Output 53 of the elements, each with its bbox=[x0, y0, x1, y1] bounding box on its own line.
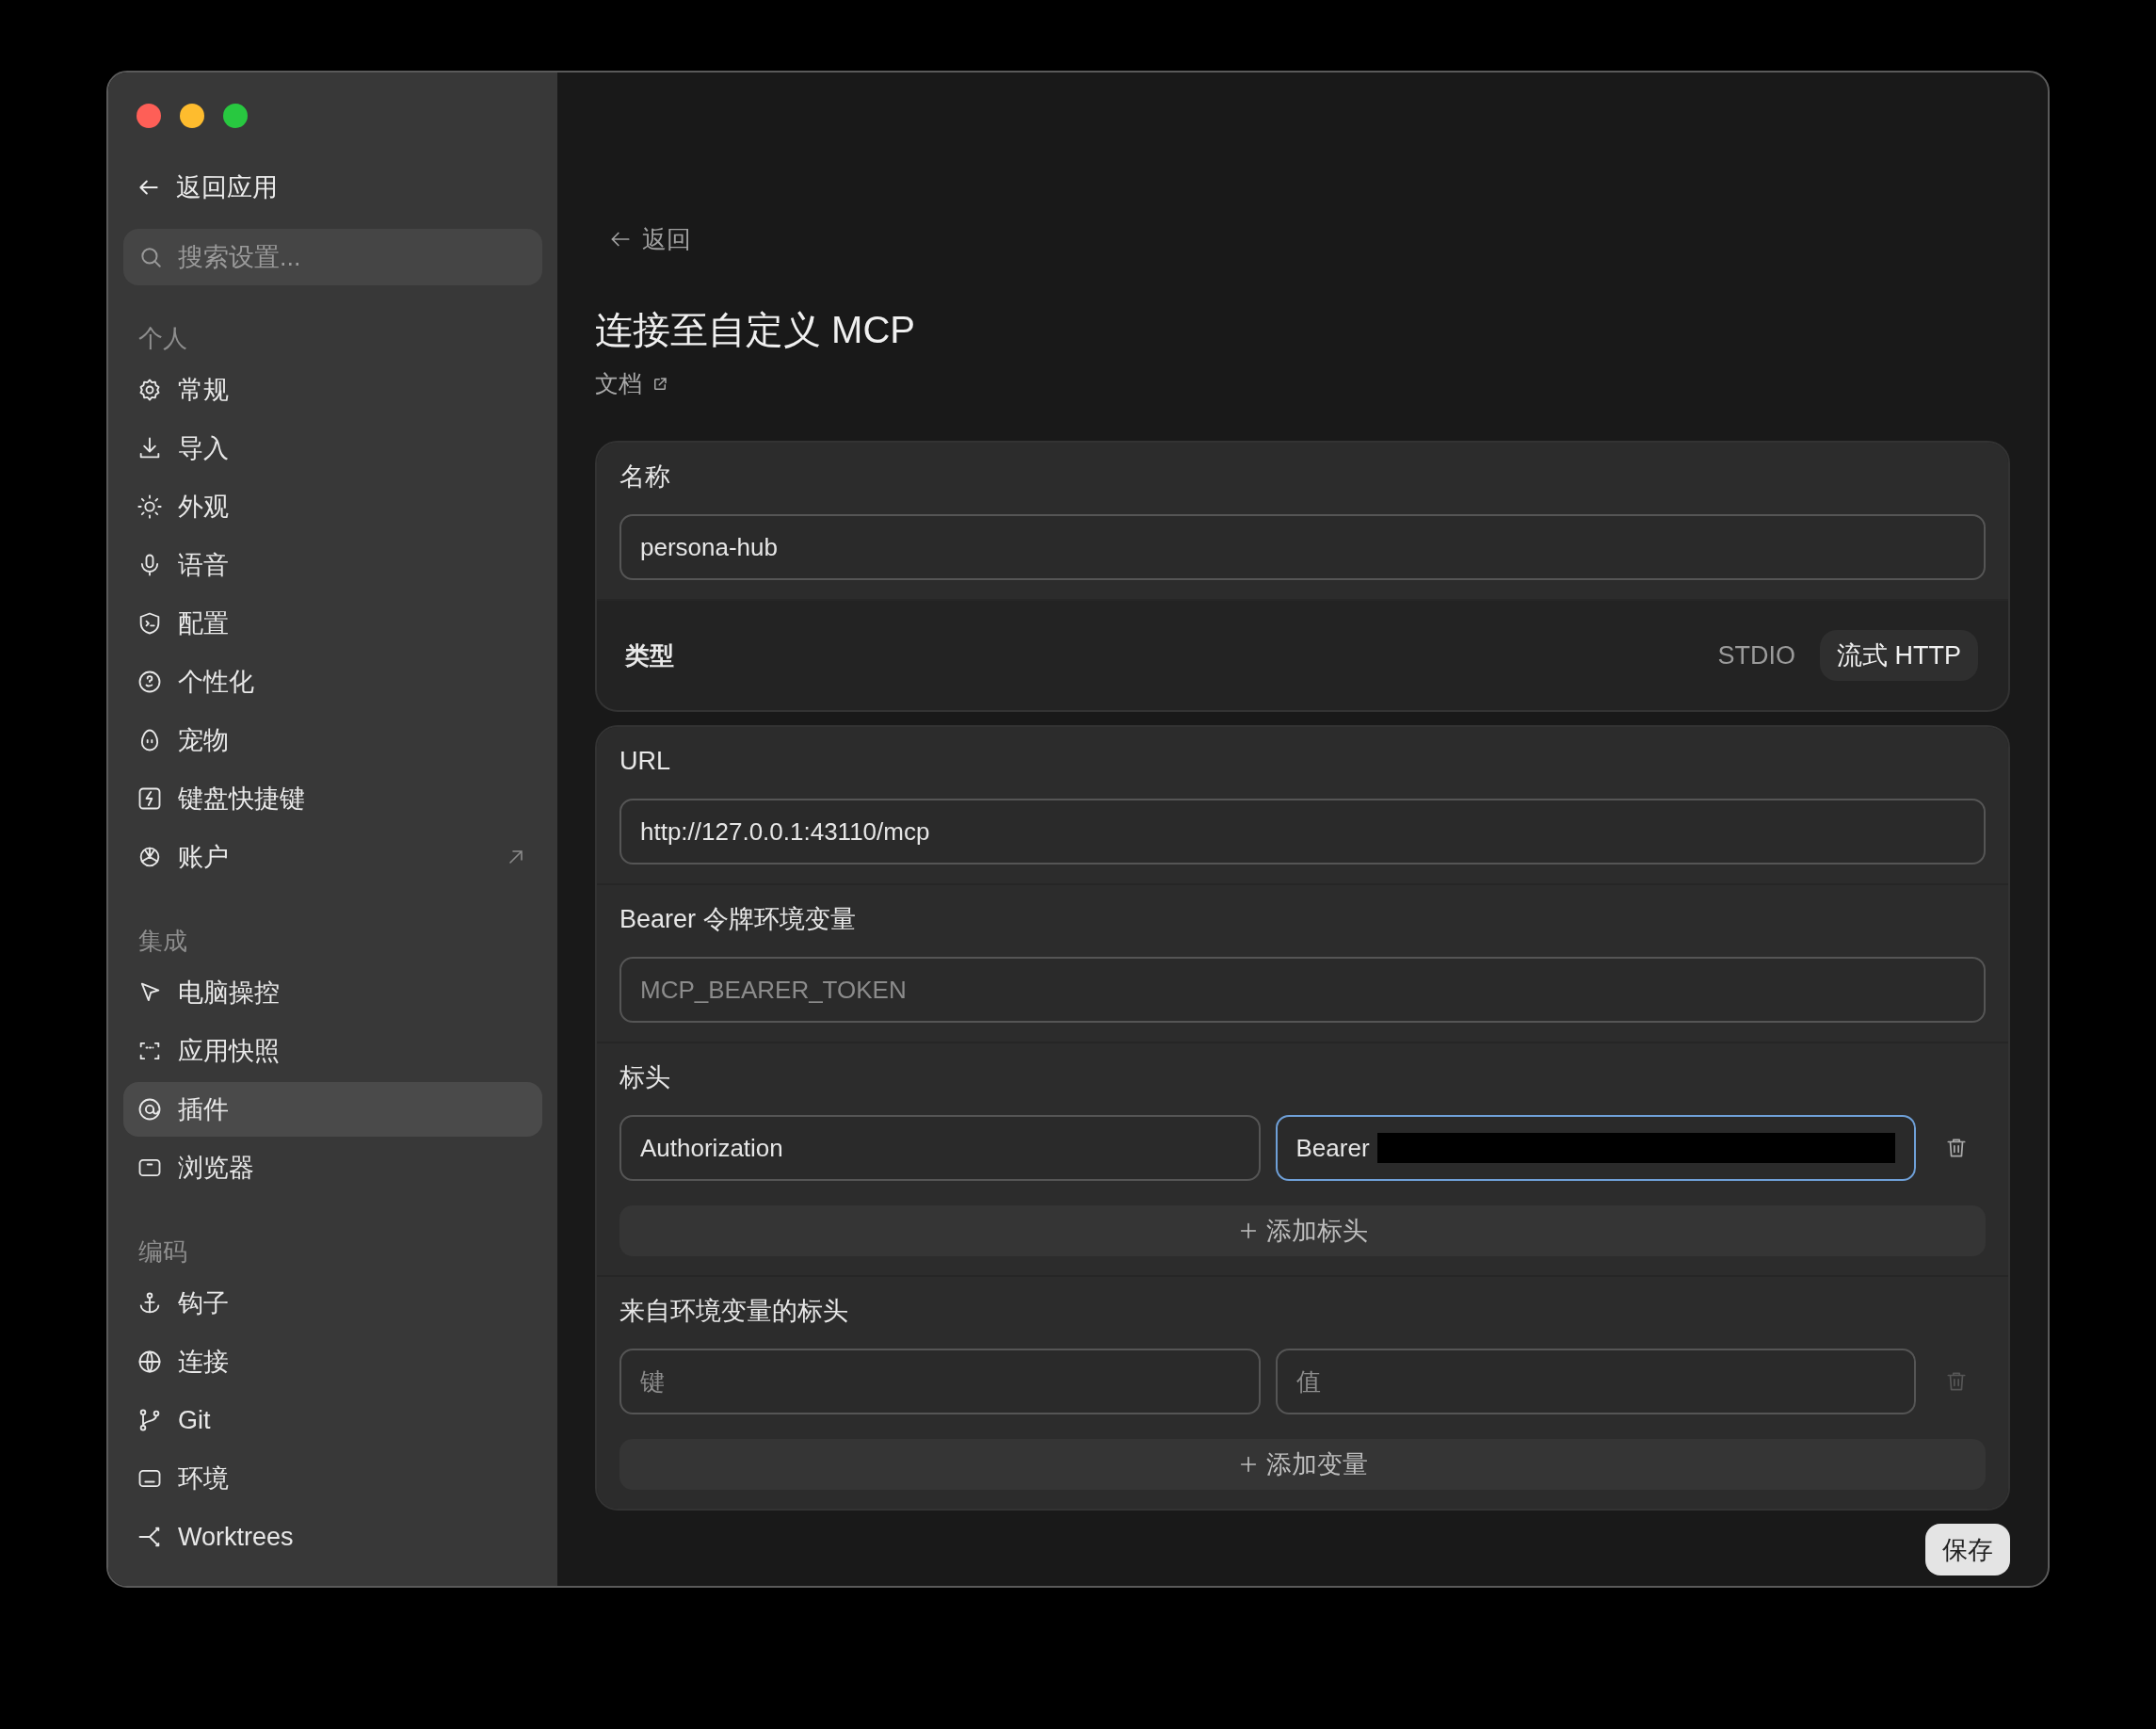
sidebar-item[interactable]: 外观 bbox=[123, 479, 542, 534]
sidebar-item[interactable]: 浏览器 bbox=[123, 1140, 542, 1195]
sidebar-item[interactable]: 个性化 bbox=[123, 654, 542, 709]
sun-icon bbox=[137, 493, 163, 520]
sidebar-item[interactable]: 常规 bbox=[123, 363, 542, 417]
sidebar-item[interactable]: 键盘快捷键 bbox=[123, 771, 542, 826]
type-option[interactable]: STDIO bbox=[1700, 630, 1812, 681]
field-label: 标头 bbox=[619, 1062, 671, 1093]
sidebar-item[interactable]: 导入 bbox=[123, 421, 542, 476]
header-value-field[interactable]: Bearer bbox=[1275, 1115, 1916, 1181]
sidebar-item[interactable]: Git bbox=[123, 1393, 542, 1447]
sidebar-item[interactable]: Worktrees bbox=[123, 1510, 542, 1564]
page-title: 连接至自定义 MCP bbox=[595, 308, 916, 352]
zoom-button[interactable] bbox=[223, 104, 248, 128]
name-field[interactable]: persona-hub bbox=[619, 514, 1986, 580]
sidebar-item[interactable]: 环境 bbox=[123, 1451, 542, 1506]
at-sign-icon bbox=[137, 1096, 163, 1123]
bearer-token-field[interactable]: MCP_BEARER_TOKEN bbox=[619, 957, 1986, 1023]
external-link-icon bbox=[652, 375, 668, 393]
minimize-button[interactable] bbox=[180, 104, 204, 128]
sidebar-item[interactable]: 插件 bbox=[123, 1082, 542, 1137]
globe-icon bbox=[137, 1349, 163, 1375]
section-heading: 编码 bbox=[137, 1236, 188, 1268]
sidebar-item[interactable]: 宠物 bbox=[123, 713, 542, 768]
sidebar-item[interactable]: 连接 bbox=[123, 1334, 542, 1389]
header-key-field[interactable]: Authorization bbox=[619, 1115, 1261, 1181]
section-heading: 集成 bbox=[137, 926, 188, 957]
sidebar-item[interactable]: 电脑操控 bbox=[123, 965, 542, 1020]
sidebar-item[interactable]: 账户 bbox=[123, 830, 542, 884]
field-label: URL bbox=[619, 746, 671, 777]
sidebar-item[interactable]: 应用快照 bbox=[123, 1024, 542, 1078]
sidebar-item[interactable]: 语音 bbox=[123, 538, 542, 592]
section-heading: 个人 bbox=[137, 323, 188, 354]
type-option[interactable]: 流式 HTTP bbox=[1820, 630, 1978, 681]
env-key-field[interactable]: 键 bbox=[619, 1349, 1261, 1414]
search-field[interactable]: 搜索设置... bbox=[123, 229, 542, 285]
add-variable-button[interactable]: 添加变量 bbox=[619, 1439, 1986, 1490]
field-label: 类型 bbox=[625, 639, 674, 671]
sidebar-item[interactable]: 配置 bbox=[123, 596, 542, 651]
sidebar-item[interactable]: 钩子 bbox=[123, 1276, 542, 1331]
add-header-button[interactable]: 添加标头 bbox=[619, 1205, 1986, 1256]
env-value-field[interactable]: 值 bbox=[1275, 1349, 1916, 1414]
back-link[interactable]: 返回 bbox=[595, 218, 704, 260]
field-label: 来自环境变量的标头 bbox=[619, 1296, 849, 1327]
save-button[interactable]: 保存 bbox=[1925, 1524, 2010, 1575]
field-label: Bearer 令牌环境变量 bbox=[619, 904, 857, 935]
trash-icon[interactable] bbox=[1944, 1136, 1969, 1160]
lightning-icon bbox=[137, 785, 163, 812]
field-label: 名称 bbox=[619, 461, 671, 493]
back-to-app-link[interactable]: 返回应用 bbox=[123, 167, 291, 208]
close-button[interactable] bbox=[137, 104, 161, 128]
docs-link[interactable]: 文档 bbox=[595, 368, 668, 399]
url-field[interactable]: http://127.0.0.1:43110/mcp bbox=[619, 799, 1986, 864]
